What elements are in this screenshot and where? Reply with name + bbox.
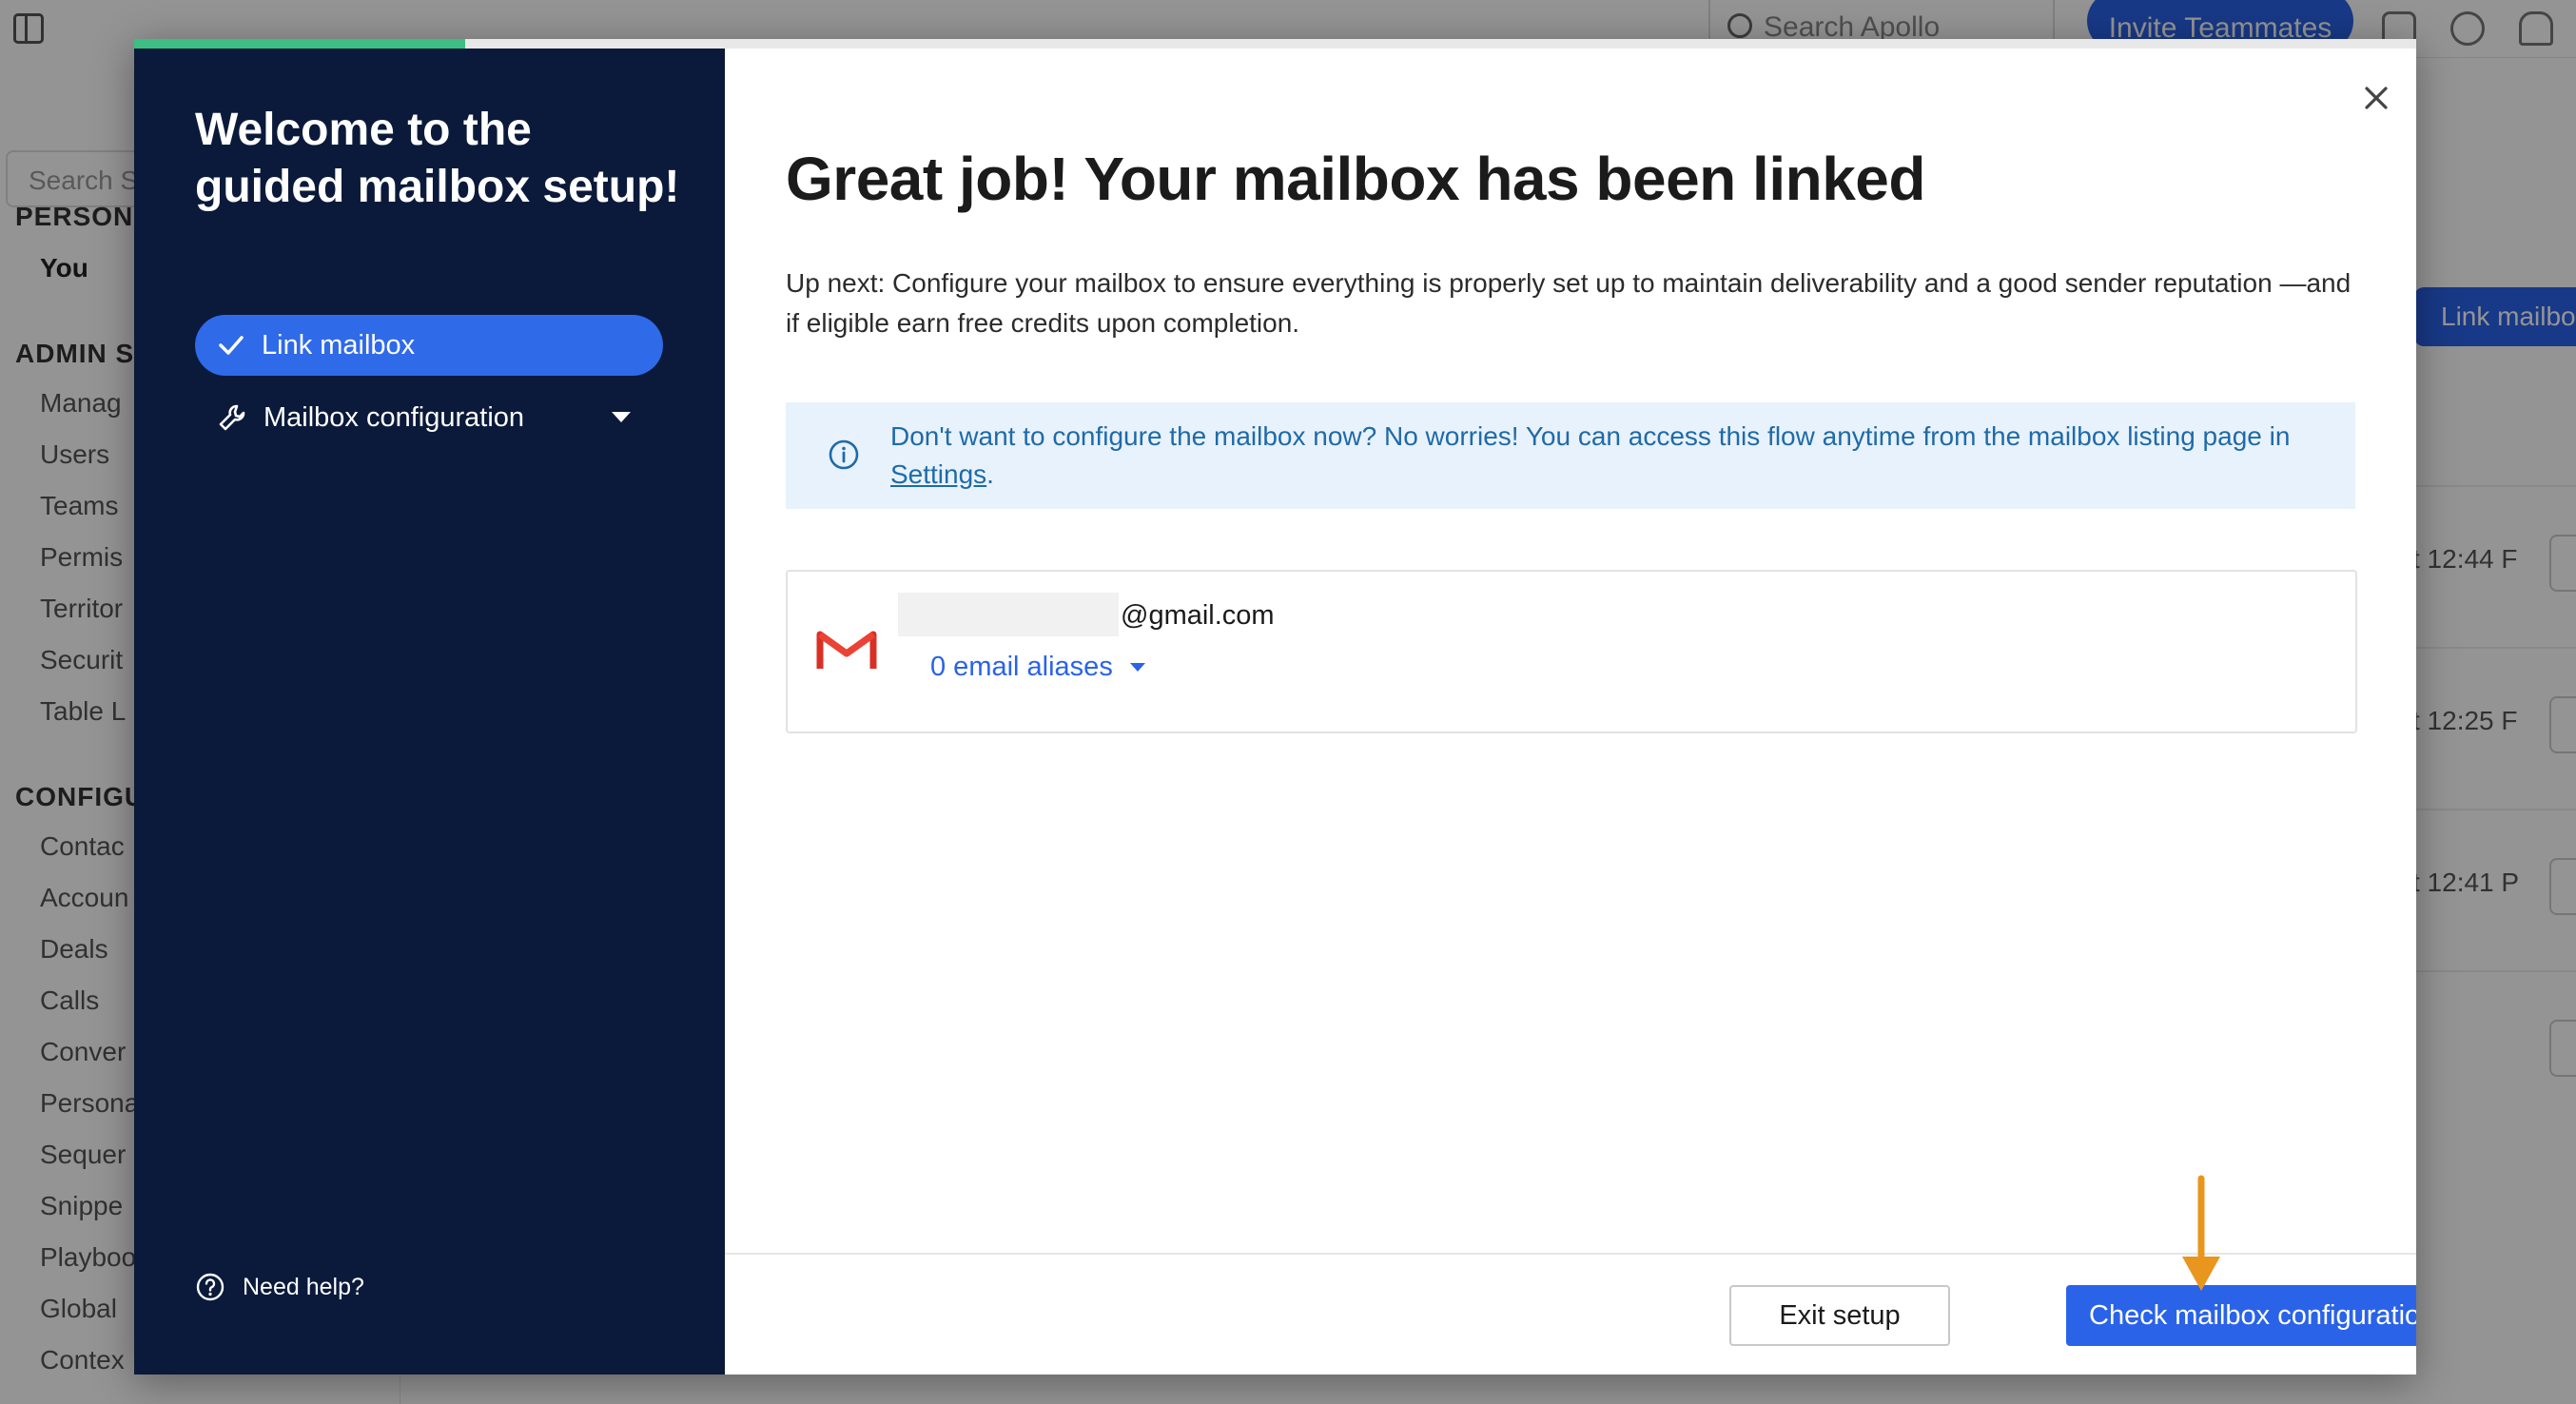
modal-footer: Exit setup Check mailbox configuration	[725, 1253, 2416, 1375]
check-icon	[219, 336, 244, 355]
setup-content-panel: Great job! Your mailbox has been linked …	[725, 49, 2416, 1375]
check-mailbox-configuration-label: Check mailbox configuration	[2089, 1299, 2416, 1331]
email-address: @gmail.com	[1121, 600, 1275, 631]
chevron-down-icon[interactable]	[612, 412, 631, 422]
need-help-link[interactable]: Need help?	[195, 1272, 364, 1302]
description-text: Up next: Configure your mailbox to ensur…	[786, 268, 2352, 338]
chevron-down-icon	[1129, 663, 1145, 672]
annotation-arrow-icon	[2182, 1175, 2220, 1291]
settings-link[interactable]: Settings	[890, 459, 986, 489]
step-label: Mailbox configuration	[263, 401, 525, 433]
info-banner-text: Don't want to configure the mailbox now?…	[890, 418, 2317, 494]
step-label: Link mailbox	[262, 329, 416, 361]
setup-progress-fill	[134, 39, 465, 49]
setup-progress-bar	[134, 39, 2416, 49]
page-title: Great job! Your mailbox has been linked	[786, 145, 1925, 213]
exit-setup-button[interactable]: Exit setup	[1729, 1285, 1950, 1346]
mailbox-setup-modal: Welcome to the guided mailbox setup! Lin…	[134, 39, 2416, 1375]
email-aliases-label: 0 email aliases	[930, 652, 1113, 682]
linked-account-card: @gmail.com 0 email aliases	[786, 570, 2357, 733]
need-help-label: Need help?	[243, 1273, 364, 1300]
info-text: Don't want to configure the mailbox now?…	[890, 421, 2291, 451]
info-icon	[829, 439, 859, 470]
redacted-email-local-part	[898, 593, 1119, 636]
gmail-icon	[816, 631, 877, 669]
setup-title: Welcome to the guided mailbox setup!	[195, 105, 680, 212]
help-circle-icon	[196, 1273, 224, 1301]
step-link-mailbox[interactable]: Link mailbox	[195, 315, 663, 376]
info-text-end: .	[986, 459, 994, 489]
check-mailbox-configuration-button[interactable]: Check mailbox configuration	[2066, 1285, 2416, 1346]
info-banner: Don't want to configure the mailbox now?…	[786, 402, 2355, 509]
email-aliases-dropdown[interactable]: 0 email aliases	[930, 652, 1145, 683]
step-mailbox-configuration[interactable]: Mailbox configuration	[195, 387, 663, 448]
close-icon[interactable]	[2357, 79, 2395, 117]
setup-steps-panel: Welcome to the guided mailbox setup! Lin…	[134, 49, 725, 1375]
wrench-icon	[219, 404, 245, 431]
